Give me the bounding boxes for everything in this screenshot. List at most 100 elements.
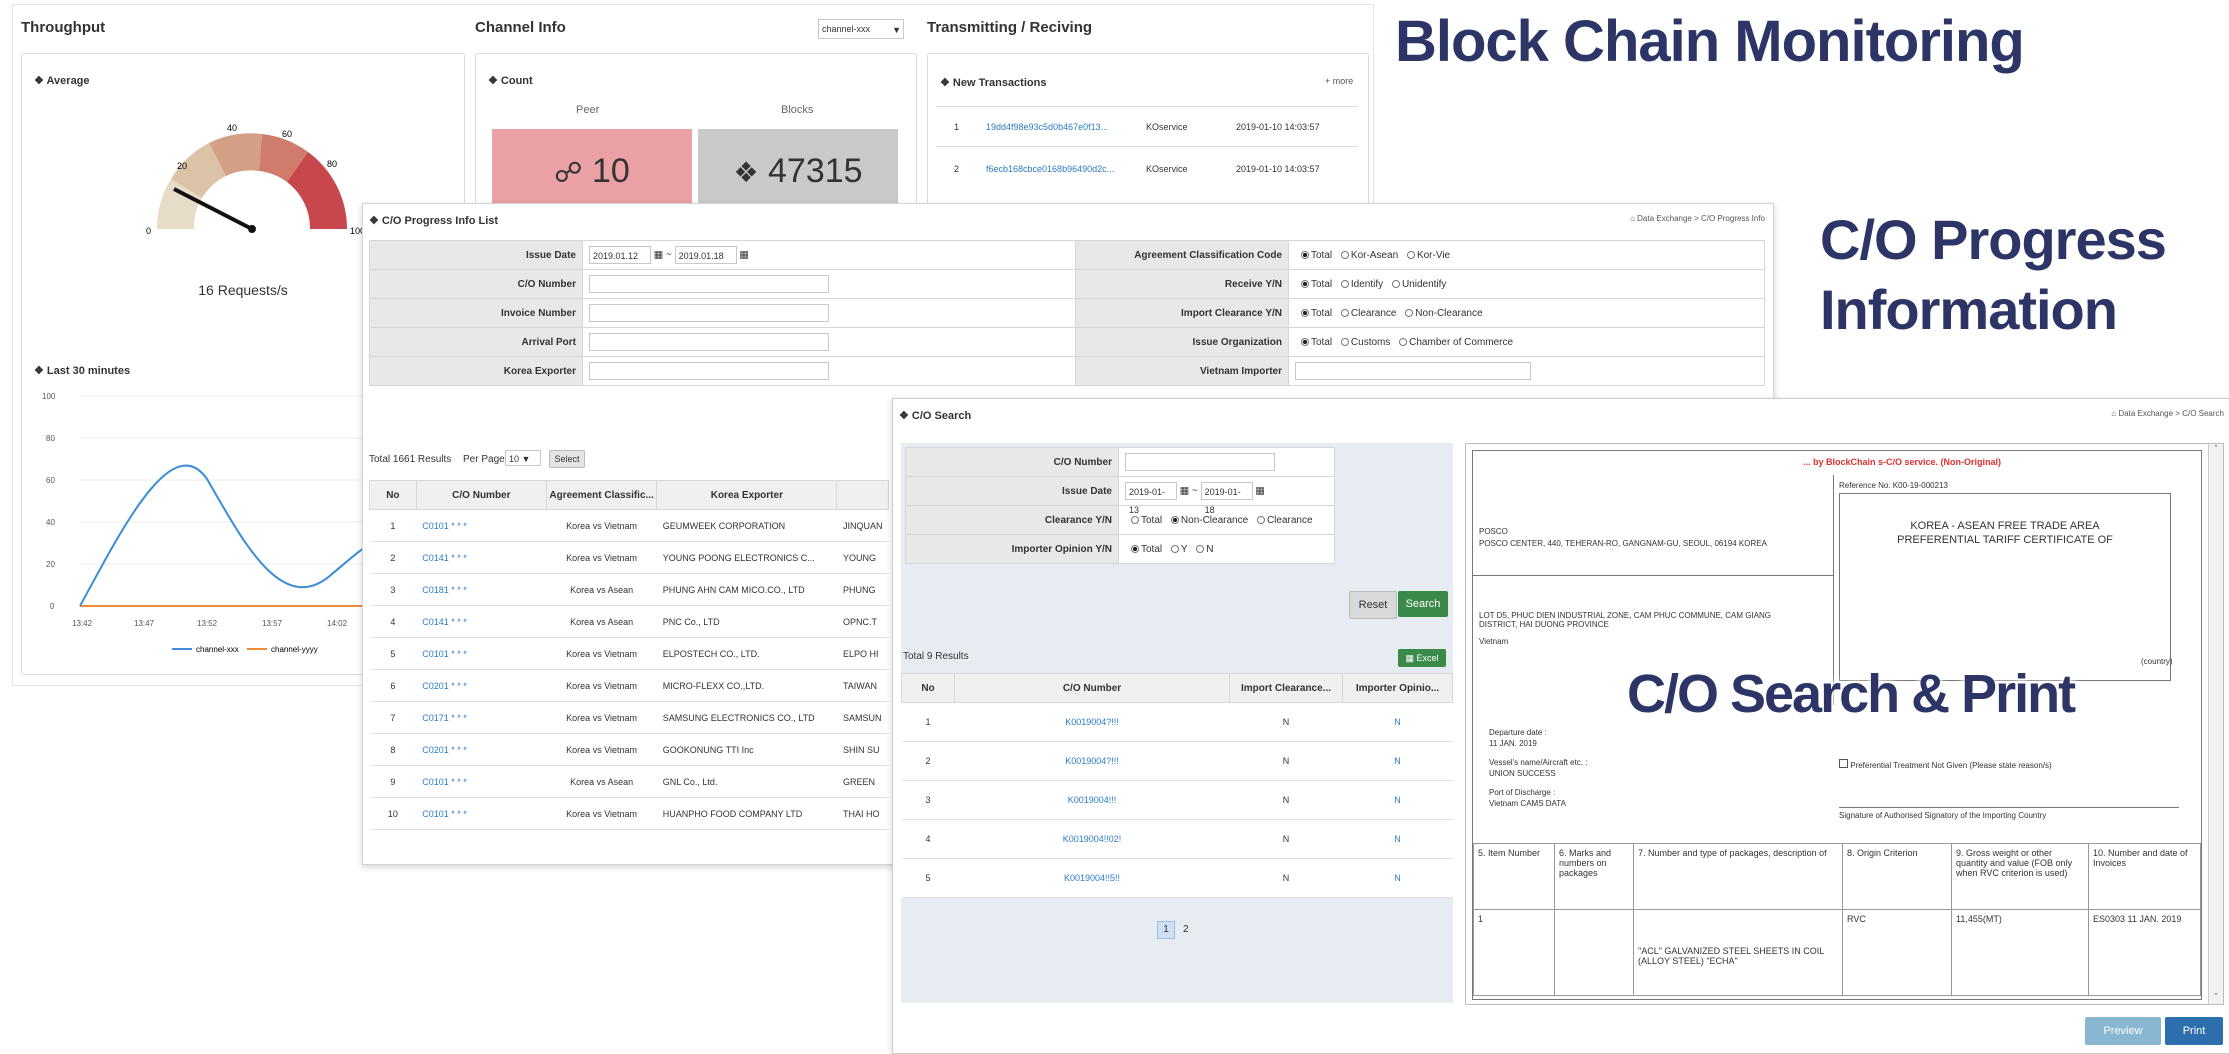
cell-co-number[interactable]: C0201 * * * [416, 669, 547, 702]
radio-y[interactable] [1170, 544, 1179, 553]
channel-select[interactable]: channel-xxx ▼ [818, 19, 904, 39]
table-row[interactable]: 1 K0019004?!!! N N [901, 702, 1453, 742]
cell-importer-opinion[interactable]: N [1342, 819, 1453, 859]
radio-total[interactable] [1301, 279, 1309, 288]
table-row[interactable]: 4 K0019004!!02! N N [901, 819, 1453, 859]
arrival-port-input[interactable] [589, 333, 829, 351]
tx-hash-link[interactable]: 19dd4f98e93c5d0b467e0f13... [986, 122, 1108, 132]
certificate-document: ... by BlockChain s-C/O service. (Non-Or… [1472, 450, 2202, 1000]
radio-chamber[interactable] [1399, 337, 1408, 346]
receive-radios: Total Identify Unidentify [1288, 269, 1765, 299]
cell-co-number[interactable]: K0019004!!5!! [954, 858, 1230, 898]
cell-korea-exporter: MICRO-FLEXX CO.,LTD. [656, 669, 837, 702]
preferential-checkbox[interactable] [1839, 759, 1848, 768]
co-number-input[interactable] [589, 275, 829, 293]
col-no[interactable]: No [901, 673, 955, 703]
cell-co-number[interactable]: C0101 * * * [416, 637, 547, 670]
print-button[interactable]: Print [2165, 1017, 2223, 1045]
col-importer-opinion[interactable]: Importer Opinio... [1342, 673, 1453, 703]
col-co-number[interactable]: C/O Number [415, 480, 547, 510]
cell-co-number[interactable]: C0101 * * * [416, 797, 547, 830]
calendar-icon[interactable]: ▦ [654, 250, 663, 261]
per-page-select[interactable]: 10 ▼ [505, 450, 541, 466]
table-row[interactable]: 4 C0141 * * * Korea vs Asean PNC Co., LTD OP… [369, 605, 889, 638]
table-row[interactable]: 3 K0019004!!! N N [901, 780, 1453, 820]
page-1[interactable]: 1 [1157, 921, 1175, 939]
search-header: ❖ C/O Search [899, 410, 972, 422]
cell-importer-opinion[interactable]: N [1342, 780, 1453, 820]
tx-hash-link[interactable]: f6ecb168cbce0168b96490d2c... [986, 164, 1114, 174]
korea-exporter-input[interactable] [589, 362, 829, 380]
radio-clearance[interactable] [1340, 308, 1349, 317]
preview-button[interactable]: Preview [2085, 1017, 2161, 1045]
table-row[interactable]: 7 C0171 * * * Korea vs Vietnam SAMSUNG ELEC… [369, 701, 889, 734]
radio-total[interactable] [1131, 544, 1139, 553]
issue-date-from[interactable]: 2019.01.12 [589, 246, 651, 264]
invoice-number-input[interactable] [589, 304, 829, 322]
cell-co-number[interactable]: C0201 * * * [416, 733, 547, 766]
cell-co-number[interactable]: C0181 * * * [416, 573, 547, 606]
search-issue-from[interactable]: 2019-01-13 [1125, 482, 1177, 515]
cell-co-number[interactable]: K0019004!!! [954, 780, 1230, 820]
cell-co-number[interactable]: C0141 * * * [416, 605, 547, 638]
cell-co-number[interactable]: C0141 * * * [416, 541, 547, 574]
radio-non-clearance[interactable] [1405, 308, 1414, 317]
cell-importer-opinion[interactable]: N [1342, 702, 1453, 742]
search-button[interactable]: Search [1398, 591, 1448, 617]
col-co-number[interactable]: C/O Number [954, 673, 1230, 703]
vietnam-importer-input[interactable] [1295, 362, 1531, 380]
radio-total[interactable] [1301, 337, 1309, 346]
search-co-number-input[interactable] [1125, 453, 1275, 471]
radio-total[interactable] [1131, 515, 1139, 524]
cell-co-number[interactable]: K0019004?!!! [954, 741, 1230, 781]
col-import-clearance[interactable]: Import Clearance... [1229, 673, 1343, 703]
table-row[interactable]: 5 K0019004!!5!! N N [901, 858, 1453, 898]
excel-button[interactable]: ▦ Excel [1398, 649, 1446, 667]
cell-extra: GREEN [836, 765, 889, 798]
radio-kor-vie[interactable] [1406, 250, 1415, 259]
chevron-down-icon[interactable]: ˇ [2209, 992, 2223, 1002]
cell-co-number[interactable]: C0101 * * * [416, 765, 547, 798]
search-issue-to[interactable]: 2019-01-18 [1200, 482, 1253, 515]
radio-unidentify[interactable] [1391, 279, 1400, 288]
table-row[interactable]: 8 C0201 * * * Korea vs Vietnam GOOKONUNG TT… [369, 733, 889, 766]
cell-importer-opinion[interactable]: N [1342, 741, 1453, 781]
cell-importer-opinion[interactable]: N [1342, 858, 1453, 898]
calendar-icon[interactable]: ▦ [1180, 486, 1189, 497]
calendar-icon[interactable]: ▦ [739, 250, 748, 261]
cell-co-number[interactable]: C0101 * * * [416, 509, 547, 542]
radio-clearance[interactable] [1256, 515, 1265, 524]
radio-kor-asean[interactable] [1340, 250, 1349, 259]
radio-identify[interactable] [1340, 279, 1349, 288]
table-row[interactable]: 2 C0141 * * * Korea vs Vietnam YOUNG POONG … [369, 541, 889, 574]
calendar-icon[interactable]: ▦ [1255, 486, 1264, 497]
radio-total[interactable] [1301, 250, 1309, 259]
radio-non-clearance[interactable] [1170, 515, 1179, 524]
cell-co-number[interactable]: K0019004?!!! [954, 702, 1230, 742]
table-row[interactable]: 6 C0201 * * * Korea vs Vietnam MICRO-FLEXX … [369, 669, 889, 702]
cert-scrollbar[interactable]: ˆ ˇ [2208, 444, 2223, 1004]
radio-customs[interactable] [1340, 337, 1349, 346]
table-row[interactable]: 5 C0101 * * * Korea vs Vietnam ELPOSTECH CO… [369, 637, 889, 670]
issue-date-to[interactable]: 2019.01.18 [674, 246, 737, 264]
y-label-80: 80 [46, 434, 55, 443]
table-row[interactable]: 3 C0181 * * * Korea vs Asean PHUNG AHN CAM … [369, 573, 889, 606]
new-tx-label: ❖ New Transactions [940, 77, 1047, 89]
col-korea-exporter[interactable]: Korea Exporter [656, 480, 838, 510]
radio-total[interactable] [1301, 308, 1309, 317]
table-row[interactable]: 1 C0101 * * * Korea vs Vietnam GEUMWEEK COR… [369, 509, 889, 542]
cell-co-number[interactable]: K0019004!!02! [954, 819, 1230, 859]
more-link[interactable]: + more [1325, 76, 1353, 86]
table-row[interactable]: 10 C0101 * * * Korea vs Vietnam HUANPHO FOO… [369, 797, 889, 830]
last-minutes-label: ❖ Last 30 minutes [34, 365, 131, 377]
page-2[interactable]: 2 [1178, 922, 1194, 938]
table-row[interactable]: 9 C0101 * * * Korea vs Asean GNL Co., Ltd. G… [369, 765, 889, 798]
col-agreement[interactable]: Agreement Classific... [545, 480, 658, 510]
reset-button[interactable]: Reset [1349, 591, 1397, 619]
chevron-up-icon[interactable]: ˆ [2209, 444, 2223, 454]
table-row[interactable]: 2 K0019004?!!! N N [901, 741, 1453, 781]
col-no[interactable]: No [369, 480, 417, 510]
radio-n[interactable] [1196, 544, 1205, 553]
select-button[interactable]: Select [549, 450, 585, 468]
cell-co-number[interactable]: C0171 * * * [416, 701, 547, 734]
